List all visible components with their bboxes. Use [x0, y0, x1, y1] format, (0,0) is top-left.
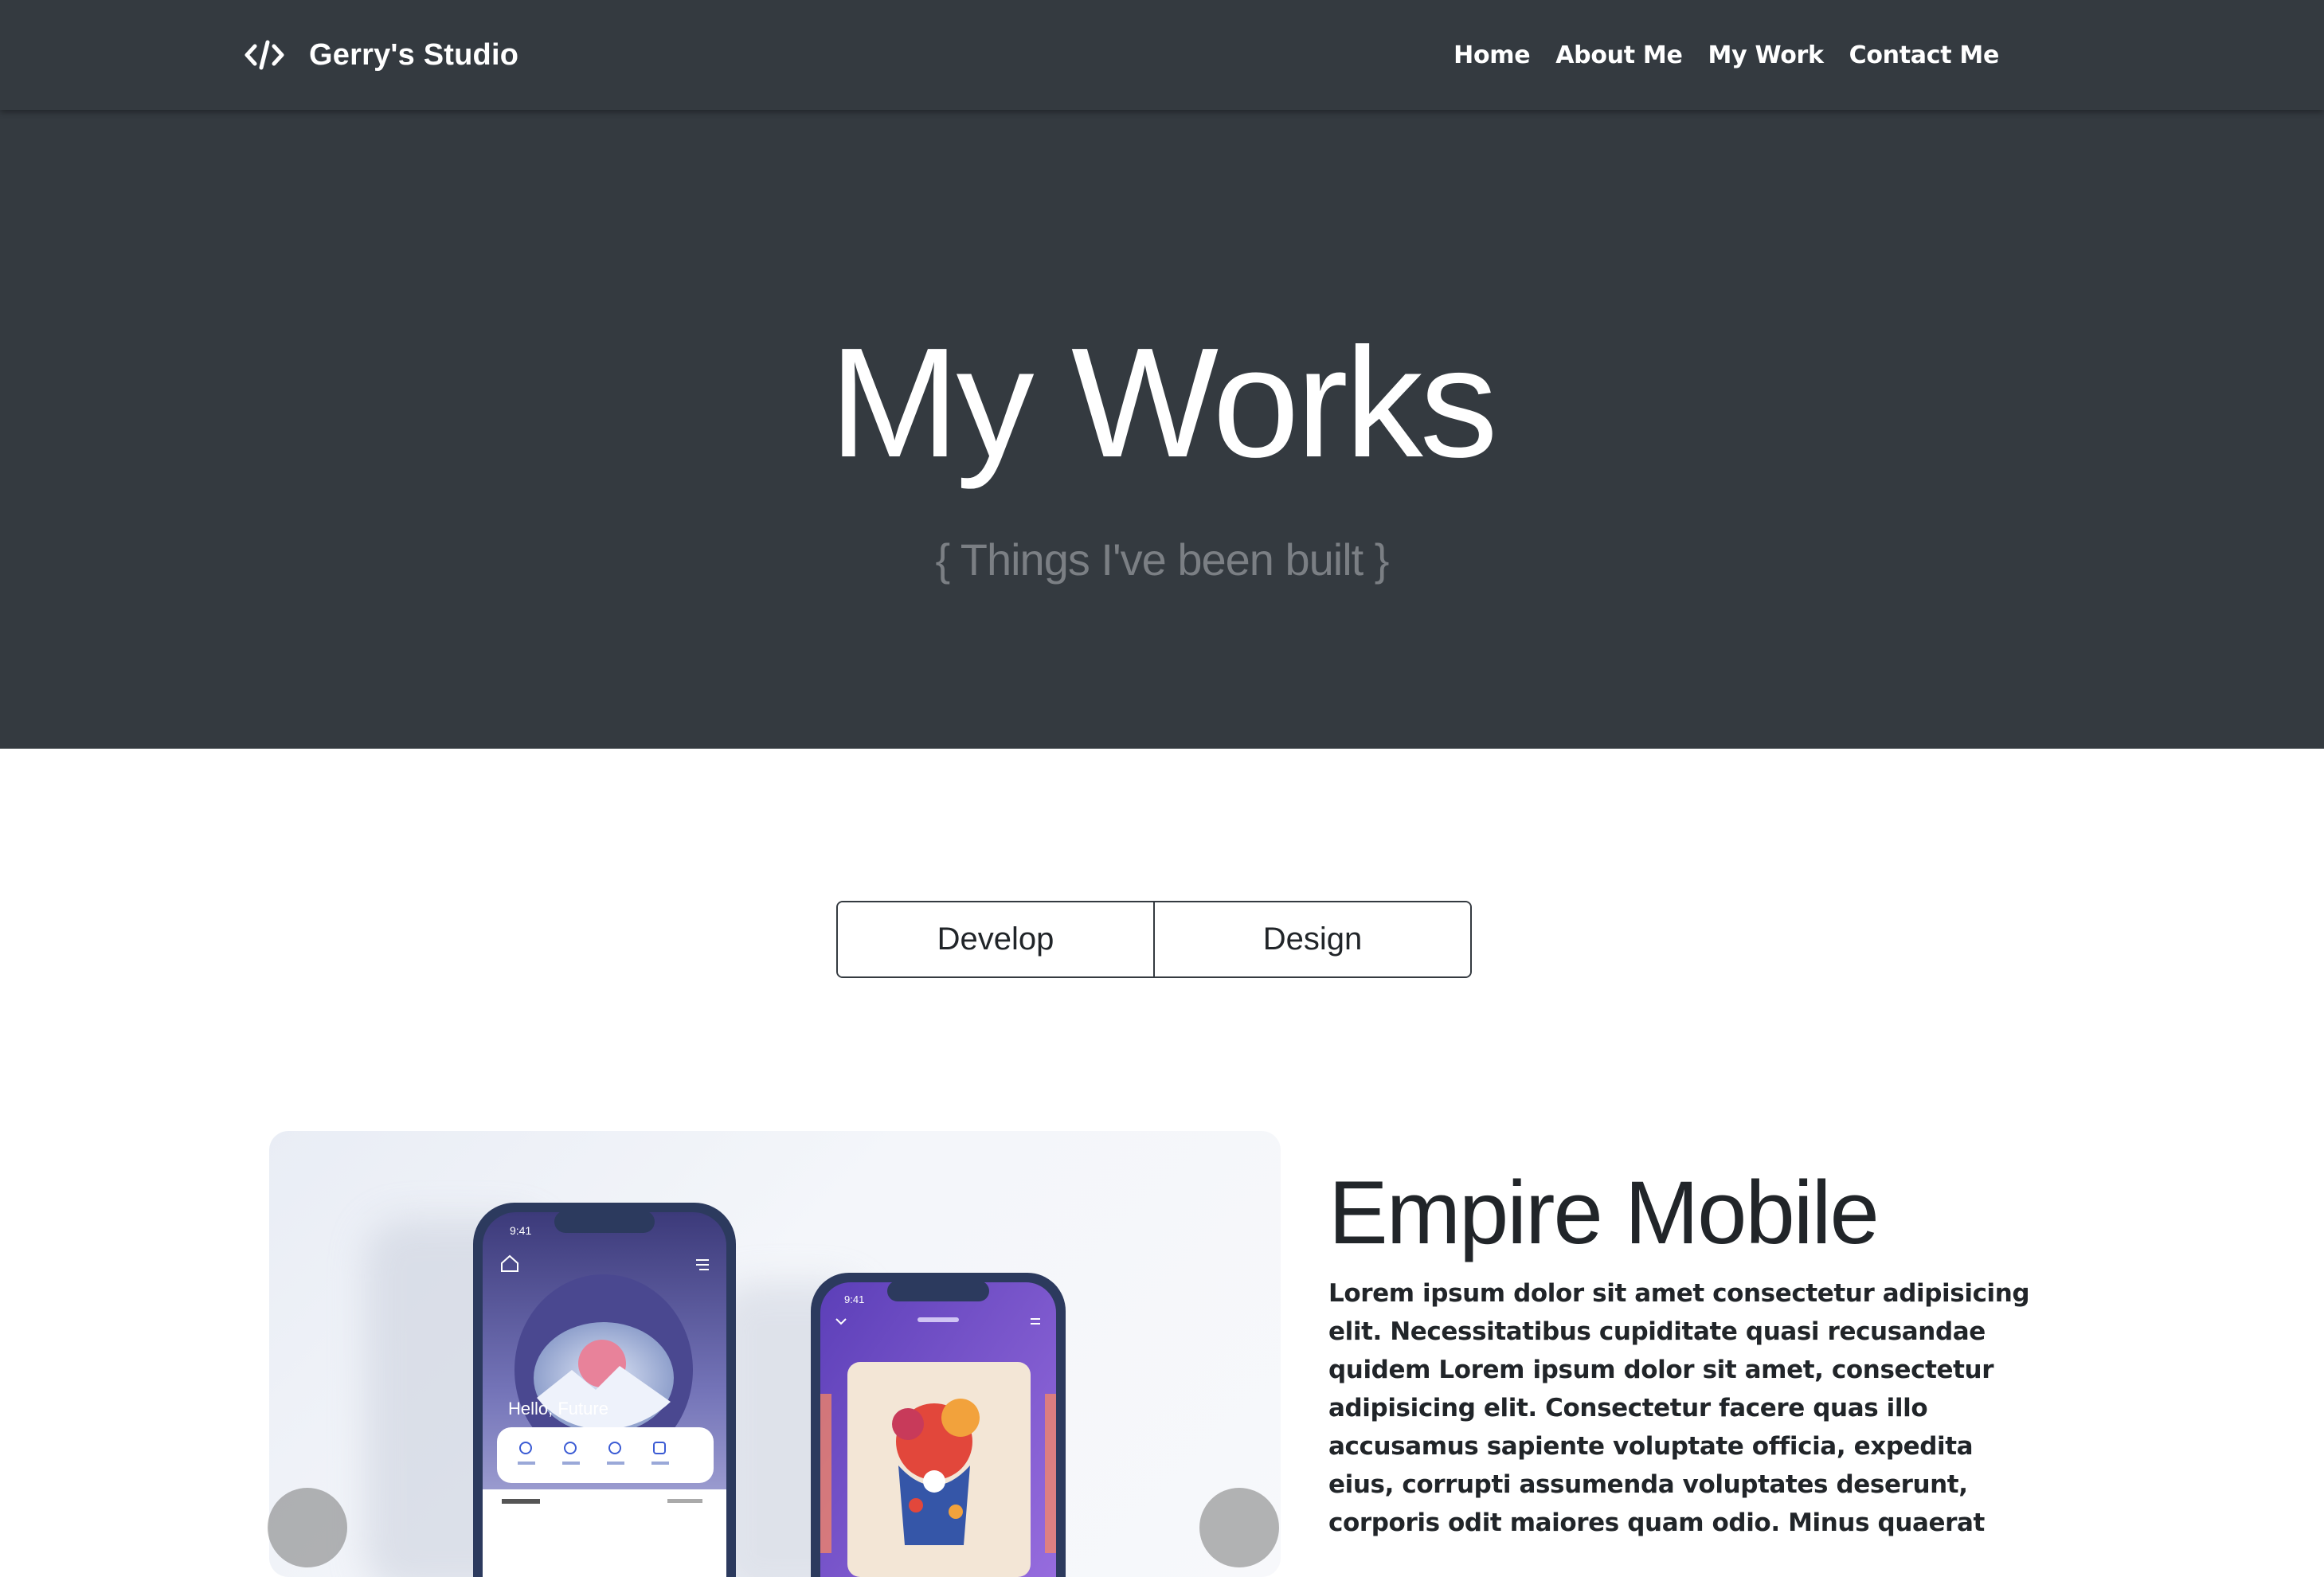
design-button[interactable]: Design — [1153, 902, 1470, 976]
develop-button[interactable]: Develop — [838, 902, 1153, 976]
carousel-prev-button[interactable] — [268, 1488, 347, 1567]
nav-link-about-me[interactable]: About Me — [1555, 41, 1683, 69]
project-description: Lorem ipsum dolor sit amet consectetur a… — [1328, 1279, 2030, 1537]
phone-right: 9:41 — [811, 1273, 1066, 1577]
phone-right-time: 9:41 — [844, 1293, 864, 1305]
phone-left-greeting: Hello, Future — [508, 1399, 608, 1419]
nav-links: Home About Me My Work Contact Me — [1428, 0, 1999, 110]
hero-section: My Works { Things I've been built } — [0, 110, 2324, 749]
project-carousel-image: 9:41 Hello, Future 9:41 — [269, 1131, 1281, 1577]
phone-left-time: 9:41 — [510, 1224, 531, 1237]
hero-subtitle: { Things I've been built } — [935, 534, 1390, 585]
nav-link-home[interactable]: Home — [1453, 41, 1530, 69]
phone-mockup-illustration: 9:41 Hello, Future 9:41 — [365, 1203, 1066, 1577]
code-icon — [244, 39, 285, 71]
brand-title: Gerry's Studio — [309, 37, 519, 72]
project-title: Empire Mobile — [1328, 1163, 1880, 1262]
phone-left: 9:41 Hello, Future — [473, 1203, 736, 1577]
nav-link-contact-me[interactable]: Contact Me — [1849, 41, 2000, 69]
brand-link[interactable]: Gerry's Studio — [244, 0, 518, 110]
work-filter-toggle: Develop Design — [836, 901, 1472, 978]
carousel-next-button[interactable] — [1199, 1488, 1279, 1567]
navbar: Gerry's Studio Home About Me My Work Con… — [0, 0, 2324, 110]
hero-title: My Works — [829, 315, 1497, 490]
nav-link-my-work[interactable]: My Work — [1708, 41, 1824, 69]
